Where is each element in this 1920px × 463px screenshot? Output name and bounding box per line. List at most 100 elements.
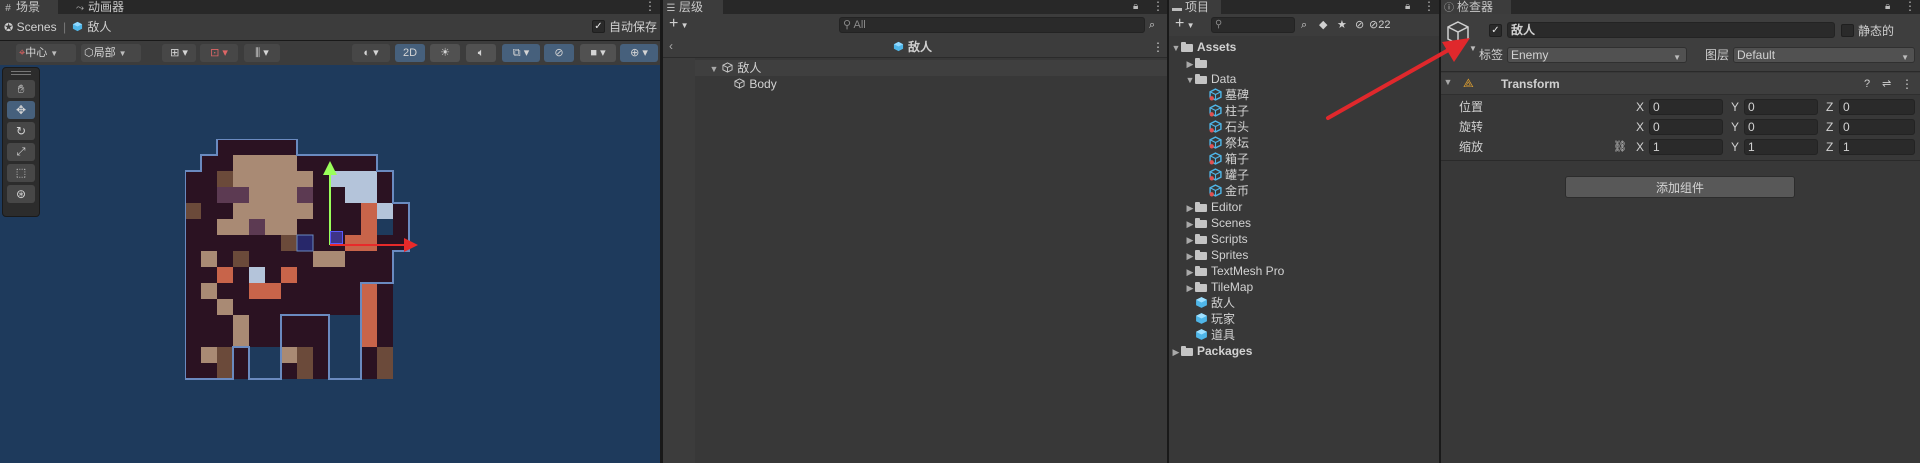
hand-tool-icon[interactable]: ✋︎ [7, 80, 35, 98]
position-y-field[interactable]: 0 [1744, 99, 1818, 115]
lighting-toggle-icon[interactable]: ☀ [430, 44, 460, 62]
gizmos-dropdown-icon[interactable]: ⊕ ▾ [620, 44, 658, 62]
layer-dropdown[interactable]: Default ▼ [1733, 47, 1915, 63]
scene-menu-icon[interactable]: ⋮ [644, 0, 656, 14]
project-item[interactable]: ▶ TextMesh Pro [1169, 263, 1439, 279]
project-item[interactable]: 金币 [1169, 183, 1439, 199]
breadcrumb-scenes[interactable]: Scenes [17, 20, 57, 34]
scene-viewport[interactable]: ✋︎ ✥ ↻ ⤢ ⬚ ⊛ [0, 65, 660, 463]
project-item[interactable]: 敌人 [1169, 295, 1439, 311]
tag-dropdown[interactable]: Enemy ▼ [1507, 47, 1687, 63]
create-asset-button[interactable]: + ▼ [1175, 16, 1194, 33]
increment-snapping-button[interactable]: ⊡ ▾ [200, 44, 238, 62]
hierarchy-search-input[interactable]: ⚲ All [839, 17, 1145, 33]
autosave-checkbox[interactable]: ✓ [592, 20, 605, 33]
render-mode-button[interactable]: ⫼ ▾ [244, 44, 280, 62]
help-icon[interactable]: ? [1864, 77, 1870, 91]
tab-project[interactable]: ▬ 项目 [1169, 0, 1221, 14]
project-item[interactable]: ▶ Scenes [1169, 215, 1439, 231]
transform-tool-icon[interactable]: ⊛ [7, 185, 35, 203]
tab-hierarchy[interactable]: ☰ 层级 [663, 0, 723, 14]
hierarchy-item-enemy[interactable]: ▼ 敌人 [695, 60, 1167, 76]
rotation-z-field[interactable]: 0 [1839, 119, 1915, 135]
active-checkbox[interactable]: ✓ [1489, 24, 1502, 37]
collapse-triangle-icon[interactable]: ▶ [1185, 232, 1195, 248]
tab-scene[interactable]: # 场景 [0, 0, 58, 14]
tab-animator[interactable]: ⤳ 动画器 [72, 0, 142, 14]
project-item[interactable]: 道具 [1169, 327, 1439, 343]
collapse-triangle-icon[interactable]: ▶ [1185, 200, 1195, 216]
project-item[interactable]: 罐子 [1169, 167, 1439, 183]
project-item[interactable]: ▶ Editor [1169, 199, 1439, 215]
header-menu-icon[interactable]: ⋮ [1152, 40, 1164, 54]
project-item[interactable]: ▶ Packages [1169, 343, 1439, 359]
project-item[interactable]: ▶ Scripts [1169, 231, 1439, 247]
static-checkbox[interactable] [1841, 24, 1854, 37]
search-options-icon[interactable]: ⌕ [1149, 18, 1155, 32]
pivot-dropdown[interactable]: ⌖中心 ▼ [16, 44, 76, 62]
scale-y-field[interactable]: 1 [1744, 139, 1818, 155]
chevron-down-icon: ▼ [118, 49, 127, 58]
folder-icon [1195, 250, 1207, 260]
grid-snapping-button[interactable]: ⊞ ▾ [162, 44, 196, 62]
unity-scene-icon[interactable]: ✪ [4, 22, 13, 34]
collapse-triangle-icon[interactable]: ▶ [1171, 344, 1181, 360]
project-menu-icon[interactable]: ⋮ [1423, 0, 1435, 14]
effects-toggle-icon[interactable]: ⧉ ▾ [502, 44, 540, 62]
project-item[interactable]: 箱子 [1169, 151, 1439, 167]
toggle-2d-button[interactable]: 2D [395, 44, 425, 62]
scale-tool-icon[interactable]: ⤢ [7, 143, 35, 161]
breadcrumb-object[interactable]: 敌人 [87, 20, 111, 34]
position-x-field[interactable]: 0 [1649, 99, 1723, 115]
position-z-field[interactable]: 0 [1839, 99, 1915, 115]
rect-tool-icon[interactable]: ⬚ [7, 164, 35, 182]
search-by-type-icon[interactable]: ⌕ [1301, 18, 1307, 32]
rotate-tool-icon[interactable]: ↻ [7, 122, 35, 140]
collapse-triangle-icon[interactable]: ▶ [1185, 216, 1195, 232]
camera-dropdown-icon[interactable]: ■ ▾ [580, 44, 616, 62]
gizmo-x-arrow[interactable] [404, 238, 418, 252]
hierarchy-menu-icon[interactable]: ⋮ [1152, 0, 1164, 14]
folder-icon [1195, 266, 1207, 276]
gizmo-x-axis[interactable] [330, 244, 408, 246]
create-button[interactable]: + ▼ [669, 16, 688, 33]
collapse-triangle-icon[interactable]: ▶ [1185, 248, 1195, 264]
scene-visibility-icon[interactable]: ⊘ [544, 44, 574, 62]
project-item[interactable]: 玩家 [1169, 311, 1439, 327]
project-item-label: 敌人 [1211, 296, 1236, 310]
move-tool-icon[interactable]: ✥ [7, 101, 35, 119]
constrain-proportions-icon[interactable]: ⛓︎ [1613, 140, 1627, 154]
expand-triangle-icon[interactable]: ▼ [1185, 72, 1195, 88]
lock-icon[interactable]: 🔒︎ [1405, 0, 1410, 14]
gizmo-xy-plane[interactable] [330, 231, 343, 244]
tab-inspector[interactable]: ⓘ 检查器 [1441, 0, 1511, 14]
expand-triangle-icon[interactable]: ▼ [1171, 40, 1181, 56]
project-item[interactable]: 祭坛 [1169, 135, 1439, 151]
collapse-triangle-icon[interactable]: ▶ [1185, 280, 1195, 296]
transform-header[interactable]: ▼ ⟁ Transform ? ⇌ ⋮ [1441, 73, 1920, 95]
rotation-y-field[interactable]: 0 [1744, 119, 1818, 135]
project-item[interactable]: ▶ Sprites [1169, 247, 1439, 263]
rotation-x-field[interactable]: 0 [1649, 119, 1723, 135]
component-menu-icon[interactable]: ⋮ [1901, 77, 1913, 91]
lock-icon[interactable]: 🔒︎ [1133, 0, 1138, 14]
folder-open-icon [1195, 74, 1207, 84]
lock-icon[interactable]: 🔒︎ [1885, 0, 1890, 14]
back-chevron-icon[interactable]: ‹ [669, 39, 673, 53]
space-dropdown[interactable]: ⬡局部 ▼ [81, 44, 141, 62]
audio-toggle-icon[interactable]: 🔈︎ [466, 44, 496, 62]
gizmo-y-arrow[interactable] [323, 161, 337, 175]
hierarchy-item-body[interactable]: Body [695, 76, 1167, 92]
add-component-button[interactable]: 添加组件 [1565, 176, 1795, 198]
shading-mode-button[interactable]: ◐ ▾ [352, 44, 390, 62]
collapse-triangle-icon[interactable]: ▶ [1185, 56, 1195, 72]
collapse-triangle-icon[interactable]: ▶ [1185, 264, 1195, 280]
project-search-input[interactable]: ⚲ [1211, 17, 1295, 33]
scale-z-field[interactable]: 1 [1839, 139, 1915, 155]
inspector-menu-icon[interactable]: ⋮ [1904, 0, 1916, 14]
preset-icon[interactable]: ⇌ [1882, 77, 1891, 91]
scale-x-field[interactable]: 1 [1649, 139, 1723, 155]
object-name-field[interactable]: 敌人 [1507, 22, 1835, 38]
expand-triangle-icon[interactable]: ▼ [709, 61, 719, 77]
project-item[interactable]: ▶ TileMap [1169, 279, 1439, 295]
